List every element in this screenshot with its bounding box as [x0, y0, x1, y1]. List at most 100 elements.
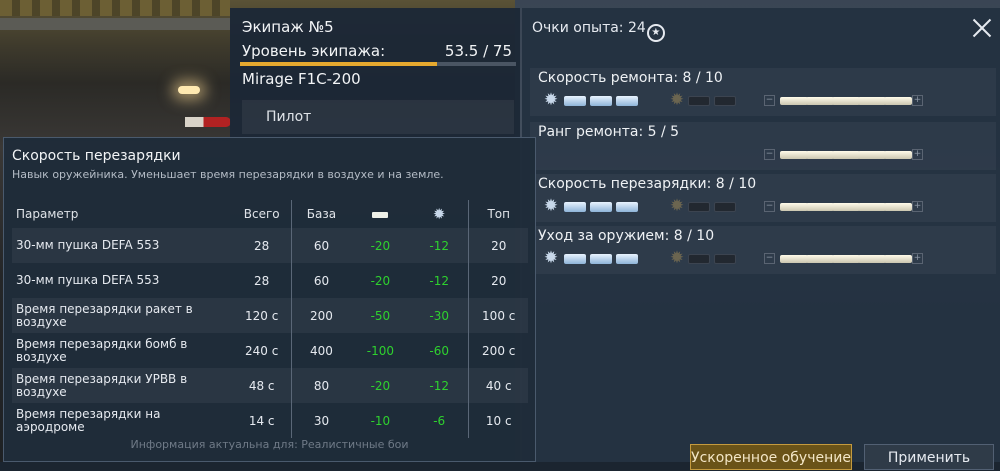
- veteran-star-icon: ✹: [669, 90, 685, 110]
- col-param: Параметр: [16, 207, 79, 221]
- decrease-button[interactable]: −: [764, 95, 775, 106]
- skill-row: Скорость перезарядки: 8 / 10 ✹ ✹ − +: [530, 174, 996, 222]
- xp-label: Очки опыта: 24: [532, 20, 646, 36]
- skill-row: Скорость ремонта: 8 / 10 ✹ ✹ − +: [530, 68, 996, 116]
- table-row: 30-мм пушка DEFA 553 28 60 -20 -12 20: [12, 263, 528, 298]
- row-top: 20: [491, 273, 507, 288]
- ace-progress-segment: [564, 96, 586, 106]
- skill-level-segment: [832, 255, 860, 263]
- table-row: 30-мм пушка DEFA 553 28 60 -20 -12 20: [12, 228, 528, 263]
- skill-name: Ранг ремонта: 5 / 5: [538, 124, 680, 140]
- increase-button[interactable]: +: [912, 253, 923, 264]
- tooltip-description: Навык оружейника. Уменьшает время переза…: [12, 168, 444, 181]
- skill-name: Уход за оружием: 8 / 10: [538, 228, 715, 244]
- crew-level-progress: [240, 62, 516, 66]
- col-total: Всего: [232, 200, 293, 228]
- accelerated-training-button[interactable]: Ускоренное обучение: [690, 444, 852, 470]
- increase-button[interactable]: +: [912, 201, 923, 212]
- row-param: Время перезарядки УРВВ в воздухе: [12, 368, 233, 403]
- ace-progress-segment: [616, 96, 638, 106]
- row-param: 30-мм пушка DEFA 553: [12, 228, 233, 263]
- qualification-bar-icon: [372, 212, 389, 218]
- increase-button[interactable]: +: [912, 95, 923, 106]
- crew-level-progress-fill: [240, 62, 437, 66]
- row-top: 40 с: [468, 368, 528, 403]
- row-qualification-bonus: -10: [370, 413, 391, 428]
- xp-display: Очки опыта: 24 ★: [532, 20, 665, 42]
- ace-progress-segment: [616, 254, 638, 264]
- row-top: 20: [468, 228, 528, 263]
- row-total: 28: [232, 228, 293, 263]
- row-param: Время перезарядки на аэродроме: [16, 406, 161, 434]
- row-total: 120 с: [232, 298, 293, 333]
- row-param: Время перезарядки ракет в воздухе: [12, 298, 233, 333]
- row-base: 200: [291, 298, 351, 333]
- crew-title: Экипаж №5: [242, 18, 334, 36]
- row-ace-bonus: -6: [409, 403, 470, 438]
- row-qualification-bonus: -20: [350, 228, 410, 263]
- skills-panel: Очки опыта: 24 ★ Скорость ремонта: 8 / 10…: [522, 8, 1000, 462]
- skill-name: Скорость ремонта: 8 / 10: [538, 70, 723, 86]
- col-star-icon: ✹: [409, 200, 470, 228]
- skill-level-segment: [884, 203, 912, 211]
- skill-level-segment: [780, 151, 808, 159]
- tooltip-table: Параметр Всего База ✹ Топ 30-мм пушка DE…: [12, 200, 528, 438]
- skill-progress: ✹ ✹ − +: [542, 196, 992, 216]
- ace-progress-segment: [590, 202, 612, 212]
- decrease-button[interactable]: −: [764, 201, 775, 212]
- row-base: 60: [313, 273, 330, 288]
- veteran-progress-segment: [688, 202, 710, 212]
- row-param: 30-мм пушка DEFA 553: [16, 273, 160, 287]
- close-icon[interactable]: [972, 18, 992, 38]
- skill-level-segment: [858, 203, 886, 211]
- row-top: 200 с: [482, 343, 516, 358]
- ace-progress-segment: [590, 254, 612, 264]
- ace-progress-segment: [590, 96, 612, 106]
- table-header-row: Параметр Всего База ✹ Топ: [12, 200, 528, 228]
- col-base: База: [306, 207, 337, 221]
- role-label: Пилот: [266, 109, 312, 125]
- table-row: Время перезарядки ракет в воздухе 120 с 20…: [12, 298, 528, 333]
- table-row: Время перезарядки на аэродроме 14 с 30 -10 -…: [12, 403, 528, 438]
- star-circle-icon: ★: [646, 24, 665, 42]
- ace-star-icon: ✹: [543, 90, 559, 110]
- ace-progress-segment: [564, 254, 586, 264]
- skill-level-segment: [780, 97, 808, 105]
- hangar-beam: [0, 18, 230, 30]
- tooltip-footer: Информация актуальна для: Реалистичные б…: [130, 438, 409, 451]
- decrease-button[interactable]: −: [764, 149, 775, 160]
- skill-level-segment: [858, 151, 886, 159]
- hangar-rail: [0, 0, 230, 16]
- ace-progress-segment: [564, 202, 586, 212]
- decrease-button[interactable]: −: [764, 253, 775, 264]
- skill-row: Уход за оружием: 8 / 10 ✹ ✹ − +: [530, 226, 996, 274]
- row-total: 240 с: [232, 333, 293, 368]
- tooltip-title: Скорость перезарядки: [12, 148, 181, 164]
- skill-name: Скорость перезарядки: 8 / 10: [538, 176, 757, 192]
- skill-level-segment: [884, 255, 912, 263]
- table-row: Время перезарядки УРВВ в воздухе 48 с 80 -2…: [12, 368, 528, 403]
- ace-star-icon: ✹: [432, 205, 446, 223]
- skill-level-segment: [884, 151, 912, 159]
- ace-star-icon: ✹: [543, 248, 559, 268]
- role-tab-pilot[interactable]: Пилот: [242, 100, 514, 134]
- veteran-progress-segment: [714, 254, 736, 264]
- row-qualification-bonus: -100: [366, 343, 395, 358]
- skill-level-segment: [806, 151, 834, 159]
- apply-button[interactable]: Применить: [864, 444, 994, 470]
- skill-level-segment: [780, 203, 808, 211]
- row-top: 10 с: [485, 413, 512, 428]
- ace-star-icon: ✹: [543, 196, 559, 216]
- veteran-star-icon: ✹: [669, 248, 685, 268]
- row-ace-bonus: -12: [409, 228, 470, 263]
- skill-level-segment: [858, 255, 886, 263]
- crew-level-label: Уровень экипажа:: [242, 42, 386, 60]
- crew-plane-name: Mirage F1C-200: [242, 70, 361, 88]
- skill-level-segment: [806, 255, 834, 263]
- row-total: 28: [232, 263, 293, 298]
- increase-button[interactable]: +: [912, 149, 923, 160]
- veteran-progress-segment: [714, 202, 736, 212]
- skill-progress: ✹ ✹ − +: [542, 248, 992, 268]
- row-param: Время перезарядки бомб в воздухе: [16, 336, 188, 364]
- missile-decor: [185, 117, 231, 127]
